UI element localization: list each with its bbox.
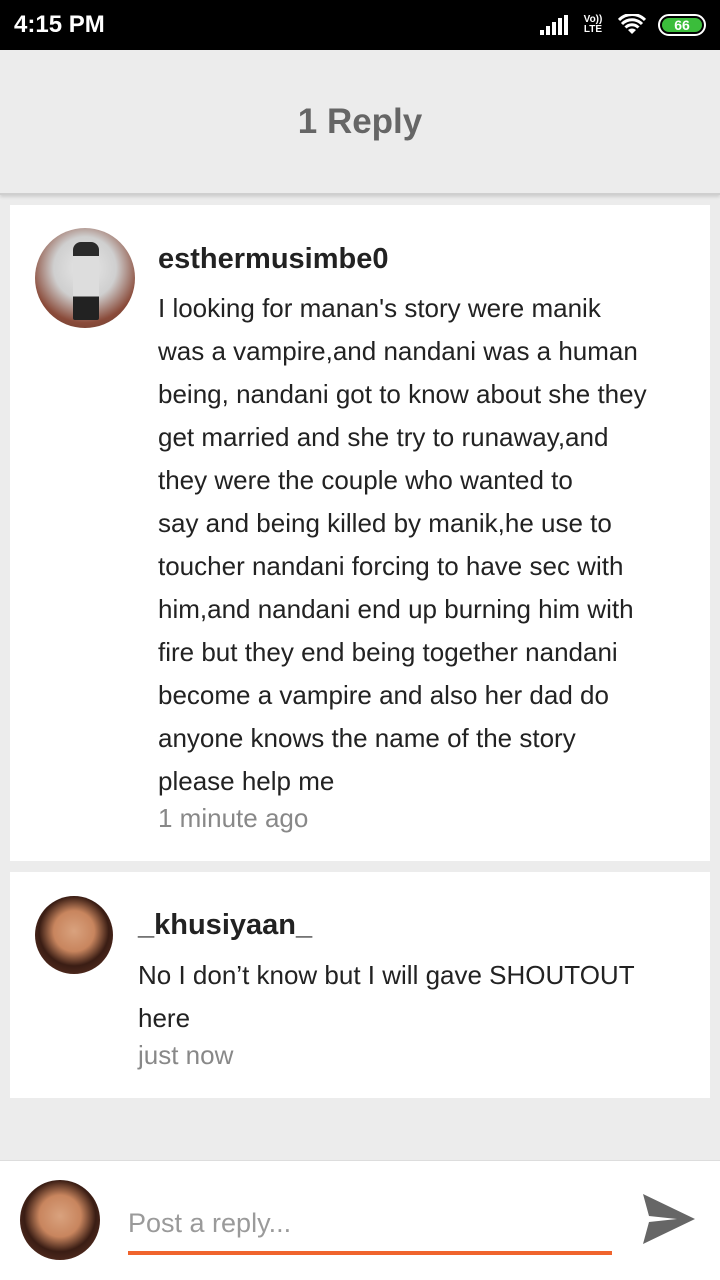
reply-card: _khusiyaan_ No I don’t know but I will g… [10, 872, 710, 1098]
signal-icon [540, 15, 568, 35]
status-icons: Vo)) LTE 66 [540, 14, 706, 36]
avatar[interactable] [35, 896, 113, 974]
status-time: 4:15 PM [14, 11, 105, 38]
comment-timestamp: 1 minute ago [158, 803, 309, 833]
reply-username[interactable]: _khusiyaan_ [138, 909, 312, 942]
battery-icon: 66 [658, 14, 706, 36]
network-type: Vo)) LTE [583, 14, 603, 35]
battery-level: 66 [662, 17, 702, 33]
reply-timestamp: just now [138, 1040, 234, 1070]
header: 1 Reply [0, 50, 720, 195]
wifi-icon [618, 14, 646, 34]
status-bar: 4:15 PM Vo)) LTE 66 [0, 0, 720, 50]
page-title: 1 Reply [297, 101, 423, 141]
avatar [20, 1180, 100, 1260]
send-icon [643, 1194, 695, 1244]
comment-username[interactable]: esthermusimbe0 [158, 243, 389, 276]
avatar[interactable] [35, 228, 135, 328]
reply-input[interactable] [128, 1195, 612, 1255]
send-button[interactable] [638, 1190, 700, 1248]
reply-text: No I don’t know but I will gave SHOUTOUT… [138, 960, 635, 1033]
comment-card: esthermusimbe0 I looking for manan's sto… [10, 205, 710, 861]
comment-text: I looking for manan's story were manik w… [158, 293, 647, 796]
